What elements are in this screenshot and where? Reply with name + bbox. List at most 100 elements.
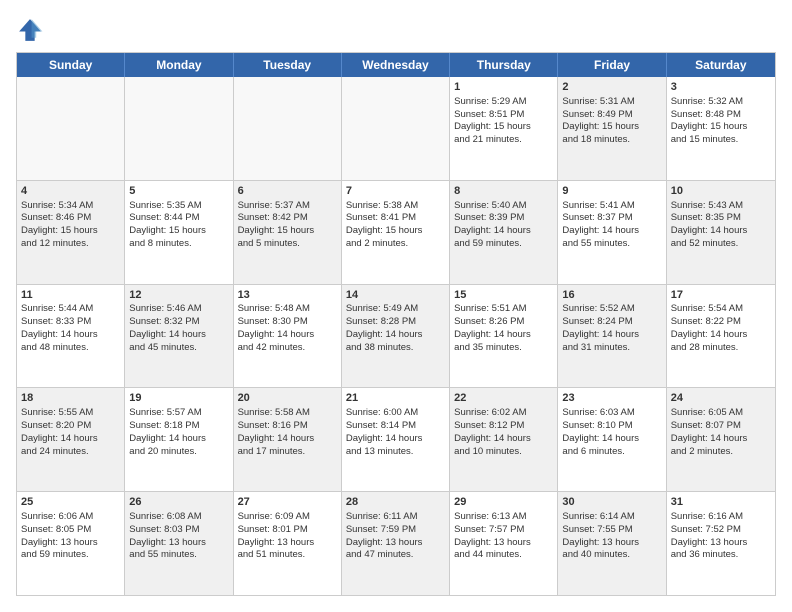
header-day-sunday: Sunday bbox=[17, 53, 125, 77]
day-content-line: Sunrise: 6:14 AM bbox=[562, 511, 661, 524]
day-content-line: Sunrise: 5:43 AM bbox=[671, 200, 771, 213]
day-content-line: Sunset: 8:01 PM bbox=[238, 524, 337, 537]
empty-cell bbox=[342, 77, 450, 180]
day-cell-18: 18Sunrise: 5:55 AMSunset: 8:20 PMDayligh… bbox=[17, 388, 125, 491]
day-content-line: Sunset: 8:33 PM bbox=[21, 316, 120, 329]
day-content-line: Sunset: 8:28 PM bbox=[346, 316, 445, 329]
logo bbox=[16, 16, 48, 44]
day-content-line: Daylight: 14 hours bbox=[562, 225, 661, 238]
day-content-line: Sunset: 7:59 PM bbox=[346, 524, 445, 537]
day-content-line: Daylight: 13 hours bbox=[238, 537, 337, 550]
day-number: 16 bbox=[562, 288, 661, 303]
day-number: 22 bbox=[454, 391, 553, 406]
day-content-line: Sunrise: 5:32 AM bbox=[671, 96, 771, 109]
day-content-line: and 12 minutes. bbox=[21, 238, 120, 251]
day-content-line: Daylight: 13 hours bbox=[671, 537, 771, 550]
day-content-line: Sunset: 8:16 PM bbox=[238, 420, 337, 433]
day-content-line: and 55 minutes. bbox=[562, 238, 661, 251]
day-cell-2: 2Sunrise: 5:31 AMSunset: 8:49 PMDaylight… bbox=[558, 77, 666, 180]
day-content-line: Sunset: 8:51 PM bbox=[454, 109, 553, 122]
day-content-line: Sunrise: 5:58 AM bbox=[238, 407, 337, 420]
day-number: 25 bbox=[21, 495, 120, 510]
day-content-line: and 17 minutes. bbox=[238, 446, 337, 459]
day-content-line: Sunset: 8:18 PM bbox=[129, 420, 228, 433]
day-cell-6: 6Sunrise: 5:37 AMSunset: 8:42 PMDaylight… bbox=[234, 181, 342, 284]
day-cell-28: 28Sunrise: 6:11 AMSunset: 7:59 PMDayligh… bbox=[342, 492, 450, 595]
day-content-line: Daylight: 14 hours bbox=[238, 329, 337, 342]
day-content-line: and 59 minutes. bbox=[454, 238, 553, 251]
day-cell-12: 12Sunrise: 5:46 AMSunset: 8:32 PMDayligh… bbox=[125, 285, 233, 388]
day-content-line: Sunrise: 6:00 AM bbox=[346, 407, 445, 420]
day-content-line: Daylight: 15 hours bbox=[21, 225, 120, 238]
day-content-line: Sunset: 7:52 PM bbox=[671, 524, 771, 537]
day-number: 4 bbox=[21, 184, 120, 199]
day-content-line: Sunset: 8:42 PM bbox=[238, 212, 337, 225]
day-number: 13 bbox=[238, 288, 337, 303]
day-content-line: and 8 minutes. bbox=[129, 238, 228, 251]
day-number: 6 bbox=[238, 184, 337, 199]
day-content-line: and 48 minutes. bbox=[21, 342, 120, 355]
day-content-line: Daylight: 14 hours bbox=[562, 433, 661, 446]
day-number: 19 bbox=[129, 391, 228, 406]
day-content-line: and 40 minutes. bbox=[562, 549, 661, 562]
day-content-line: and 5 minutes. bbox=[238, 238, 337, 251]
day-content-line: Daylight: 14 hours bbox=[346, 329, 445, 342]
day-content-line: Sunset: 8:24 PM bbox=[562, 316, 661, 329]
day-content-line: Daylight: 14 hours bbox=[454, 329, 553, 342]
day-cell-1: 1Sunrise: 5:29 AMSunset: 8:51 PMDaylight… bbox=[450, 77, 558, 180]
day-content-line: Daylight: 14 hours bbox=[129, 433, 228, 446]
day-content-line: and 59 minutes. bbox=[21, 549, 120, 562]
day-number: 28 bbox=[346, 495, 445, 510]
day-cell-30: 30Sunrise: 6:14 AMSunset: 7:55 PMDayligh… bbox=[558, 492, 666, 595]
day-number: 20 bbox=[238, 391, 337, 406]
calendar-body: 1Sunrise: 5:29 AMSunset: 8:51 PMDaylight… bbox=[17, 77, 775, 595]
day-content-line: Daylight: 15 hours bbox=[562, 121, 661, 134]
day-content-line: Sunset: 8:07 PM bbox=[671, 420, 771, 433]
calendar-row-2: 11Sunrise: 5:44 AMSunset: 8:33 PMDayligh… bbox=[17, 284, 775, 388]
day-content-line: and 51 minutes. bbox=[238, 549, 337, 562]
day-content-line: and 20 minutes. bbox=[129, 446, 228, 459]
day-number: 5 bbox=[129, 184, 228, 199]
day-content-line: Daylight: 14 hours bbox=[21, 329, 120, 342]
day-content-line: Sunrise: 6:13 AM bbox=[454, 511, 553, 524]
day-content-line: and 36 minutes. bbox=[671, 549, 771, 562]
day-content-line: Sunrise: 6:08 AM bbox=[129, 511, 228, 524]
day-content-line: Sunrise: 5:41 AM bbox=[562, 200, 661, 213]
day-content-line: and 6 minutes. bbox=[562, 446, 661, 459]
day-content-line: and 38 minutes. bbox=[346, 342, 445, 355]
day-number: 9 bbox=[562, 184, 661, 199]
day-cell-7: 7Sunrise: 5:38 AMSunset: 8:41 PMDaylight… bbox=[342, 181, 450, 284]
calendar-row-0: 1Sunrise: 5:29 AMSunset: 8:51 PMDaylight… bbox=[17, 77, 775, 180]
day-cell-22: 22Sunrise: 6:02 AMSunset: 8:12 PMDayligh… bbox=[450, 388, 558, 491]
day-content-line: Sunrise: 5:29 AM bbox=[454, 96, 553, 109]
day-number: 17 bbox=[671, 288, 771, 303]
day-cell-26: 26Sunrise: 6:08 AMSunset: 8:03 PMDayligh… bbox=[125, 492, 233, 595]
day-content-line: Sunrise: 5:51 AM bbox=[454, 303, 553, 316]
day-cell-31: 31Sunrise: 6:16 AMSunset: 7:52 PMDayligh… bbox=[667, 492, 775, 595]
day-content-line: and 2 minutes. bbox=[346, 238, 445, 251]
day-content-line: Daylight: 14 hours bbox=[454, 225, 553, 238]
day-number: 3 bbox=[671, 80, 771, 95]
day-content-line: Daylight: 14 hours bbox=[129, 329, 228, 342]
day-content-line: Sunset: 8:48 PM bbox=[671, 109, 771, 122]
day-content-line: Daylight: 14 hours bbox=[671, 433, 771, 446]
day-cell-13: 13Sunrise: 5:48 AMSunset: 8:30 PMDayligh… bbox=[234, 285, 342, 388]
day-content-line: Sunset: 8:44 PM bbox=[129, 212, 228, 225]
day-content-line: Sunrise: 5:44 AM bbox=[21, 303, 120, 316]
day-cell-17: 17Sunrise: 5:54 AMSunset: 8:22 PMDayligh… bbox=[667, 285, 775, 388]
day-content-line: and 45 minutes. bbox=[129, 342, 228, 355]
day-content-line: Sunrise: 5:57 AM bbox=[129, 407, 228, 420]
day-content-line: Sunset: 8:26 PM bbox=[454, 316, 553, 329]
day-cell-14: 14Sunrise: 5:49 AMSunset: 8:28 PMDayligh… bbox=[342, 285, 450, 388]
day-content-line: Sunrise: 5:54 AM bbox=[671, 303, 771, 316]
day-number: 27 bbox=[238, 495, 337, 510]
page: SundayMondayTuesdayWednesdayThursdayFrid… bbox=[0, 0, 792, 612]
day-content-line: and 13 minutes. bbox=[346, 446, 445, 459]
day-content-line: Sunset: 8:12 PM bbox=[454, 420, 553, 433]
day-content-line: Daylight: 14 hours bbox=[238, 433, 337, 446]
day-cell-29: 29Sunrise: 6:13 AMSunset: 7:57 PMDayligh… bbox=[450, 492, 558, 595]
day-cell-19: 19Sunrise: 5:57 AMSunset: 8:18 PMDayligh… bbox=[125, 388, 233, 491]
day-cell-5: 5Sunrise: 5:35 AMSunset: 8:44 PMDaylight… bbox=[125, 181, 233, 284]
day-content-line: Sunset: 8:35 PM bbox=[671, 212, 771, 225]
calendar-row-3: 18Sunrise: 5:55 AMSunset: 8:20 PMDayligh… bbox=[17, 387, 775, 491]
